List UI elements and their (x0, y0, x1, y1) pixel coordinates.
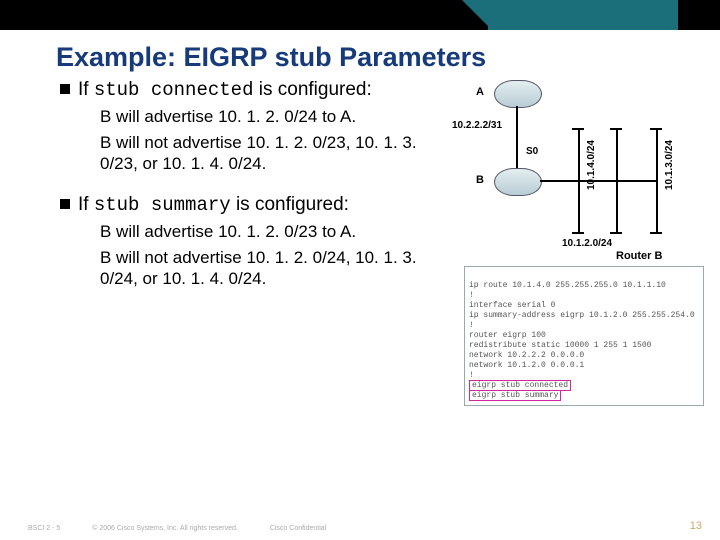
net-b-left-label: 10.1.4.0/24 (586, 140, 597, 190)
bullet-1-code: stub connected (94, 79, 254, 101)
bullet-1-text: If stub connected is configured: (78, 78, 372, 103)
bullet-1: If stub connected is configured: (60, 78, 440, 103)
main-content: If stub connected is configured: B will … (60, 78, 440, 296)
page-number: 13 (690, 520, 702, 532)
bullet-1-suffix: is configured: (253, 79, 371, 100)
router-a-label: A (476, 86, 484, 98)
footer-right: Cisco Confidential (270, 525, 326, 532)
footer-left: BSCI 2 - 5 (28, 525, 60, 532)
cfg-6: redistribute static 10000 1 255 1 1500 (469, 341, 651, 350)
cfg-3: ip summary-address eigrp 10.1.2.0 255.25… (469, 311, 695, 320)
router-b-label: B (476, 174, 484, 186)
router-b-title: Router B (616, 250, 662, 262)
cfg-1: ! (469, 291, 474, 300)
cfg-4: ! (469, 321, 474, 330)
bullet-2: If stub summary is configured: (60, 193, 440, 218)
cfg-11-highlight: eigrp stub summary (469, 390, 561, 401)
footer-mid: © 2006 Cisco Systems, Inc. All rights re… (92, 525, 238, 532)
topology-diagram: A 10.2.2.2/31 S0 B 10.1.4.0/24 10.1.2.0/… (446, 80, 704, 370)
bullet-2-sub-1: B will advertise 10. 1. 2. 0/23 to A. (100, 222, 440, 243)
cfg-5: router eigrp 100 (469, 331, 546, 340)
bullet-1-sub-2: B will not advertise 10. 1. 2. 0/23, 10.… (100, 133, 440, 174)
net-ab-label: 10.2.2.2/31 (452, 120, 502, 131)
bullet-2-sub-2: B will not advertise 10. 1. 2. 0/24, 10.… (100, 248, 440, 289)
top-bar (0, 0, 720, 30)
page-title: Example: EIGRP stub Parameters (56, 42, 720, 73)
cfg-8: network 10.1.2.0 0.0.0.1 (469, 361, 584, 370)
cfg-9: ! (469, 371, 474, 380)
footer: BSCI 2 - 5 © 2006 Cisco Systems, Inc. Al… (28, 525, 326, 532)
config-box: ip route 10.1.4.0 255.255.255.0 10.1.1.1… (464, 266, 704, 406)
bullet-1-prefix: If (78, 79, 94, 100)
bullet-icon (60, 84, 70, 94)
interface-s0-label: S0 (526, 146, 538, 157)
router-b-icon (494, 168, 542, 196)
bullet-1-sub-1: B will advertise 10. 1. 2. 0/24 to A. (100, 107, 440, 128)
cfg-0: ip route 10.1.4.0 255.255.255.0 10.1.1.1… (469, 281, 666, 290)
router-a-icon (494, 80, 542, 108)
bullet-2-prefix: If (78, 194, 94, 215)
bullet-2-code: stub summary (94, 194, 231, 216)
bullet-2-suffix: is configured: (231, 194, 349, 215)
net-b-mid-label: 10.1.2.0/24 (562, 238, 612, 249)
bullet-icon (60, 199, 70, 209)
bullet-2-text: If stub summary is configured: (78, 193, 349, 218)
cfg-7: network 10.2.2.2 0.0.0.0 (469, 351, 584, 360)
cfg-2: interface serial 0 (469, 301, 555, 310)
net-b-right-label: 10.1.3.0/24 (664, 140, 675, 190)
